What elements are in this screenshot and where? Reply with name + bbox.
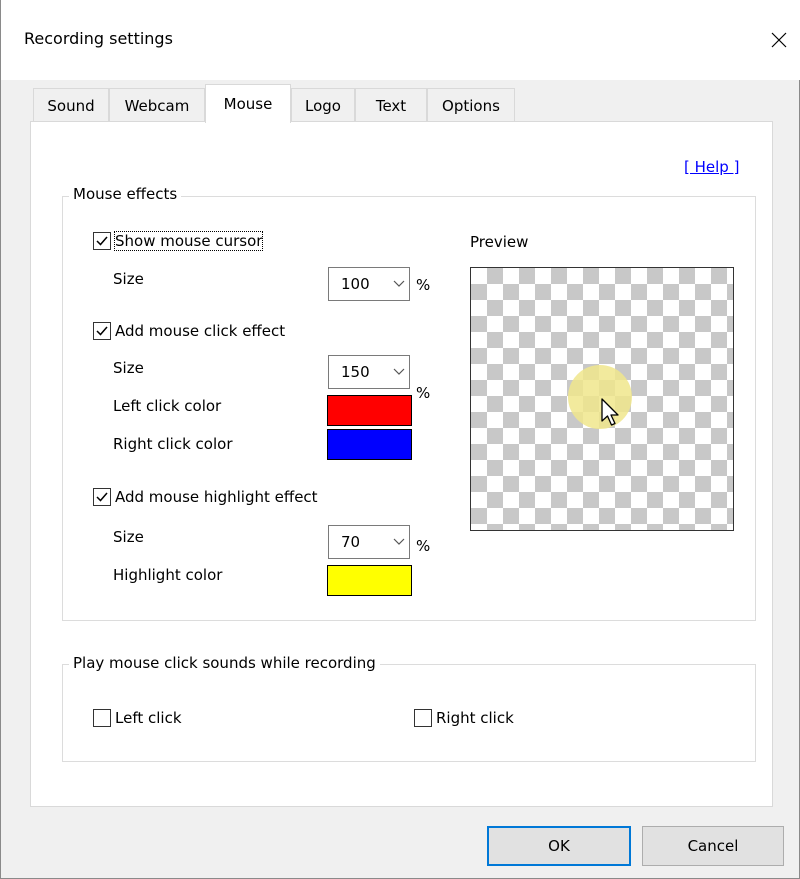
tab-text[interactable]: Text — [355, 88, 427, 122]
click-size-select[interactable]: 150 — [328, 355, 410, 389]
tab-webcam[interactable]: Webcam — [109, 88, 205, 122]
chevron-down-icon — [389, 368, 409, 376]
title-bar: Recording settings — [1, 0, 800, 80]
highlight-size-value: 70 — [341, 533, 361, 551]
highlight-color-swatch[interactable] — [327, 565, 412, 596]
close-icon — [771, 32, 787, 48]
chevron-down-icon — [389, 280, 409, 288]
click-sounds-legend: Play mouse click sounds while recording — [69, 654, 380, 672]
left-click-sound-label: Left click — [115, 709, 182, 727]
show-cursor-label: Show mouse cursor — [113, 231, 264, 251]
mouse-effects-legend: Mouse effects — [69, 185, 182, 203]
click-size-value: 150 — [341, 363, 370, 381]
preview-label: Preview — [470, 233, 529, 251]
click-size-label: Size — [113, 359, 144, 377]
cancel-button[interactable]: Cancel — [642, 826, 784, 866]
highlight-size-select[interactable]: 70 — [328, 525, 410, 559]
checkbox-box — [414, 709, 432, 727]
highlight-effect-checkbox[interactable]: Add mouse highlight effect — [93, 488, 318, 506]
click-effect-label: Add mouse click effect — [115, 322, 286, 340]
checkmark-icon — [96, 326, 108, 336]
show-cursor-checkbox[interactable]: Show mouse cursor — [93, 231, 264, 251]
right-click-color-label: Right click color — [113, 435, 233, 453]
highlight-size-unit: % — [416, 537, 431, 555]
right-click-sound-label: Right click — [436, 709, 514, 727]
right-click-color-swatch[interactable] — [327, 429, 412, 460]
tab-options[interactable]: Options — [427, 88, 515, 122]
checkbox-box — [93, 232, 111, 250]
close-button[interactable] — [757, 18, 800, 62]
checkbox-box — [93, 709, 111, 727]
dialog-title: Recording settings — [24, 29, 173, 48]
right-click-sound-checkbox[interactable]: Right click — [414, 709, 514, 727]
cursor-size-value: 100 — [341, 275, 370, 293]
left-click-color-swatch[interactable] — [327, 395, 412, 426]
click-effect-checkbox[interactable]: Add mouse click effect — [93, 322, 285, 340]
highlight-effect-label: Add mouse highlight effect — [115, 488, 318, 506]
cursor-size-select[interactable]: 100 — [328, 267, 410, 301]
left-click-sound-checkbox[interactable]: Left click — [93, 709, 182, 727]
chevron-down-icon — [389, 538, 409, 546]
checkmark-icon — [96, 236, 108, 246]
click-size-unit: % — [416, 384, 431, 402]
checkbox-box — [93, 488, 111, 506]
mouse-cursor-icon — [601, 398, 619, 426]
highlight-size-label: Size — [113, 528, 144, 546]
preview-canvas — [470, 267, 734, 531]
highlight-color-label: Highlight color — [113, 566, 223, 584]
checkbox-box — [93, 322, 111, 340]
cursor-size-label: Size — [113, 270, 144, 288]
left-click-color-label: Left click color — [113, 397, 222, 415]
checkmark-icon — [96, 492, 108, 502]
tab-logo[interactable]: Logo — [291, 88, 355, 122]
tab-sound[interactable]: Sound — [33, 88, 109, 122]
tab-mouse[interactable]: Mouse — [205, 84, 291, 123]
ok-button[interactable]: OK — [487, 826, 631, 866]
help-link[interactable]: [ Help ] — [684, 158, 739, 176]
recording-settings-dialog: Recording settings Sound Webcam Mouse Lo… — [0, 0, 800, 879]
cursor-size-unit: % — [416, 276, 431, 294]
